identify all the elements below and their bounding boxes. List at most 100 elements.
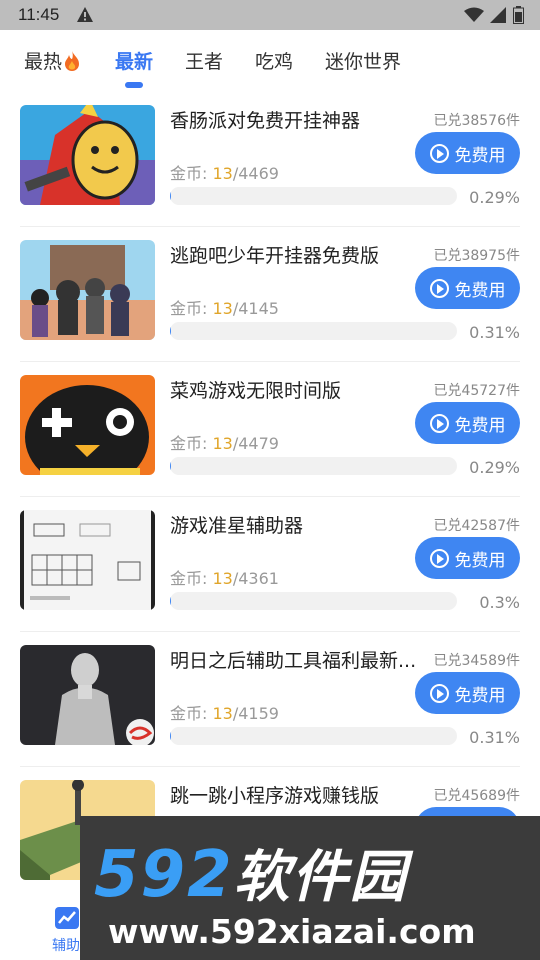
item-progress-fill — [170, 592, 171, 610]
wifi-icon — [464, 7, 484, 22]
item-title: 跳一跳小程序游戏赚钱版 — [170, 785, 380, 807]
status-time: 11:45 — [18, 5, 60, 24]
list-item[interactable]: 明日之后辅助工具福利最新... 已兑34589件 金币: 13/4159 免费用… — [20, 632, 520, 767]
item-progress-bar — [170, 187, 457, 205]
item-progress-bar — [170, 592, 457, 610]
coins-total: /4361 — [232, 569, 279, 588]
free-use-button[interactable]: 免费用 — [415, 132, 520, 174]
item-percent: 0.3% — [479, 593, 520, 612]
coins-label: 金币: — [170, 299, 213, 318]
item-redeemed-count: 已兑45689件 — [433, 788, 520, 804]
item-title: 明日之后辅助工具福利最新... — [170, 650, 417, 672]
play-icon — [429, 548, 449, 568]
item-redeemed-count: 已兑34589件 — [433, 653, 520, 669]
item-redeemed-count: 已兑38975件 — [433, 248, 520, 264]
item-progress-fill — [170, 322, 171, 340]
item-title: 菜鸡游戏无限时间版 — [170, 380, 342, 402]
coins-label: 金币: — [170, 164, 213, 183]
tab-mini-world[interactable]: 迷你世界 — [325, 47, 401, 74]
item-thumbnail — [20, 510, 155, 610]
coins-total: /4479 — [232, 434, 279, 453]
coins-total: /4145 — [232, 299, 279, 318]
item-thumbnail — [20, 105, 155, 205]
list-item[interactable]: 香肠派对免费开挂神器 已兑38576件 金币: 13/4469 免费用 0.29… — [20, 92, 520, 227]
free-use-button[interactable]: 免费用 — [415, 537, 520, 579]
alert-icon — [77, 7, 93, 22]
item-title: 香肠派对免费开挂神器 — [170, 110, 361, 132]
button-label: 免费用 — [454, 550, 506, 571]
button-label: 免费用 — [454, 145, 506, 166]
item-percent: 0.29% — [469, 458, 520, 477]
item-redeemed-count: 已兑42587件 — [433, 518, 520, 534]
tab-label: 最新 — [115, 51, 154, 73]
button-label: 免费用 — [454, 415, 506, 436]
tab-label: 最热 — [24, 51, 63, 73]
play-icon — [429, 278, 449, 298]
coins-label: 金币: — [170, 434, 213, 453]
signal-icon — [490, 7, 506, 23]
chart-icon[interactable] — [55, 907, 79, 929]
tab-pubg[interactable]: 吃鸡 — [255, 47, 293, 74]
item-percent: 0.29% — [469, 188, 520, 207]
bottom-nav: 辅助 — [0, 895, 80, 960]
watermark-overlay: 592软件园 www.592xiazai.com — [80, 816, 540, 960]
fire-icon — [65, 51, 80, 71]
item-thumbnail — [20, 645, 155, 745]
item-thumbnail — [20, 240, 155, 340]
item-redeemed-count: 已兑45727件 — [433, 383, 520, 399]
play-icon — [429, 143, 449, 163]
battery-icon — [513, 6, 524, 24]
coins-total: /4159 — [232, 704, 279, 723]
watermark-url: www.592xiazai.com — [108, 912, 476, 951]
watermark-name: 软件园 — [233, 845, 408, 910]
free-use-button[interactable]: 免费用 — [415, 402, 520, 444]
item-coins: 金币: 13/4145 — [170, 295, 279, 319]
item-coins: 金币: 13/4479 — [170, 430, 279, 454]
play-icon — [429, 683, 449, 703]
list-item[interactable]: 游戏准星辅助器 已兑42587件 金币: 13/4361 免费用 0.3% — [20, 497, 520, 632]
coins-total: /4469 — [232, 164, 279, 183]
free-use-button[interactable]: 免费用 — [415, 672, 520, 714]
item-percent: 0.31% — [469, 728, 520, 747]
list-item[interactable]: 逃跑吧少年开挂器免费版 已兑38975件 金币: 13/4145 免费用 0.3… — [20, 227, 520, 362]
play-icon — [429, 413, 449, 433]
item-progress-bar — [170, 322, 457, 340]
tab-label: 迷你世界 — [325, 51, 402, 73]
free-use-button[interactable]: 免费用 — [415, 267, 520, 309]
tab-hottest[interactable]: 最热 — [24, 47, 80, 74]
item-title: 游戏准星辅助器 — [170, 515, 304, 537]
button-label: 免费用 — [454, 685, 506, 706]
coins-label: 金币: — [170, 704, 213, 723]
tab-label: 吃鸡 — [255, 51, 294, 73]
active-tab-indicator — [125, 82, 143, 88]
tab-newest[interactable]: 最新 — [115, 47, 153, 74]
item-title: 逃跑吧少年开挂器免费版 — [170, 245, 380, 267]
item-progress-bar — [170, 457, 457, 475]
nav-label-assist[interactable]: 辅助 — [52, 935, 80, 955]
coins-label: 金币: — [170, 569, 213, 588]
coins-current: 13 — [212, 704, 233, 723]
button-label: 免费用 — [454, 280, 506, 301]
coins-current: 13 — [212, 164, 233, 183]
category-tabs: 最热 最新 王者 吃鸡 迷你世界 — [0, 30, 540, 92]
tab-label: 王者 — [185, 51, 224, 73]
list-item[interactable]: 菜鸡游戏无限时间版 已兑45727件 金币: 13/4479 免费用 0.29% — [20, 362, 520, 497]
item-coins: 金币: 13/4361 — [170, 565, 279, 589]
item-progress-fill — [170, 187, 171, 205]
item-coins: 金币: 13/4469 — [170, 160, 279, 184]
coins-current: 13 — [212, 569, 233, 588]
item-percent: 0.31% — [469, 323, 520, 342]
item-coins: 金币: 13/4159 — [170, 700, 279, 724]
status-icons — [464, 6, 524, 24]
watermark-logo: 592软件园 — [94, 832, 408, 913]
item-progress-fill — [170, 727, 171, 745]
tab-honor-of-kings[interactable]: 王者 — [185, 47, 223, 74]
status-bar: 11:45 — [0, 0, 540, 30]
coins-current: 13 — [212, 434, 233, 453]
item-thumbnail — [20, 375, 155, 475]
coins-current: 13 — [212, 299, 233, 318]
item-redeemed-count: 已兑38576件 — [433, 113, 520, 129]
item-progress-bar — [170, 727, 457, 745]
watermark-numbers: 592 — [94, 838, 234, 912]
item-progress-fill — [170, 457, 171, 475]
